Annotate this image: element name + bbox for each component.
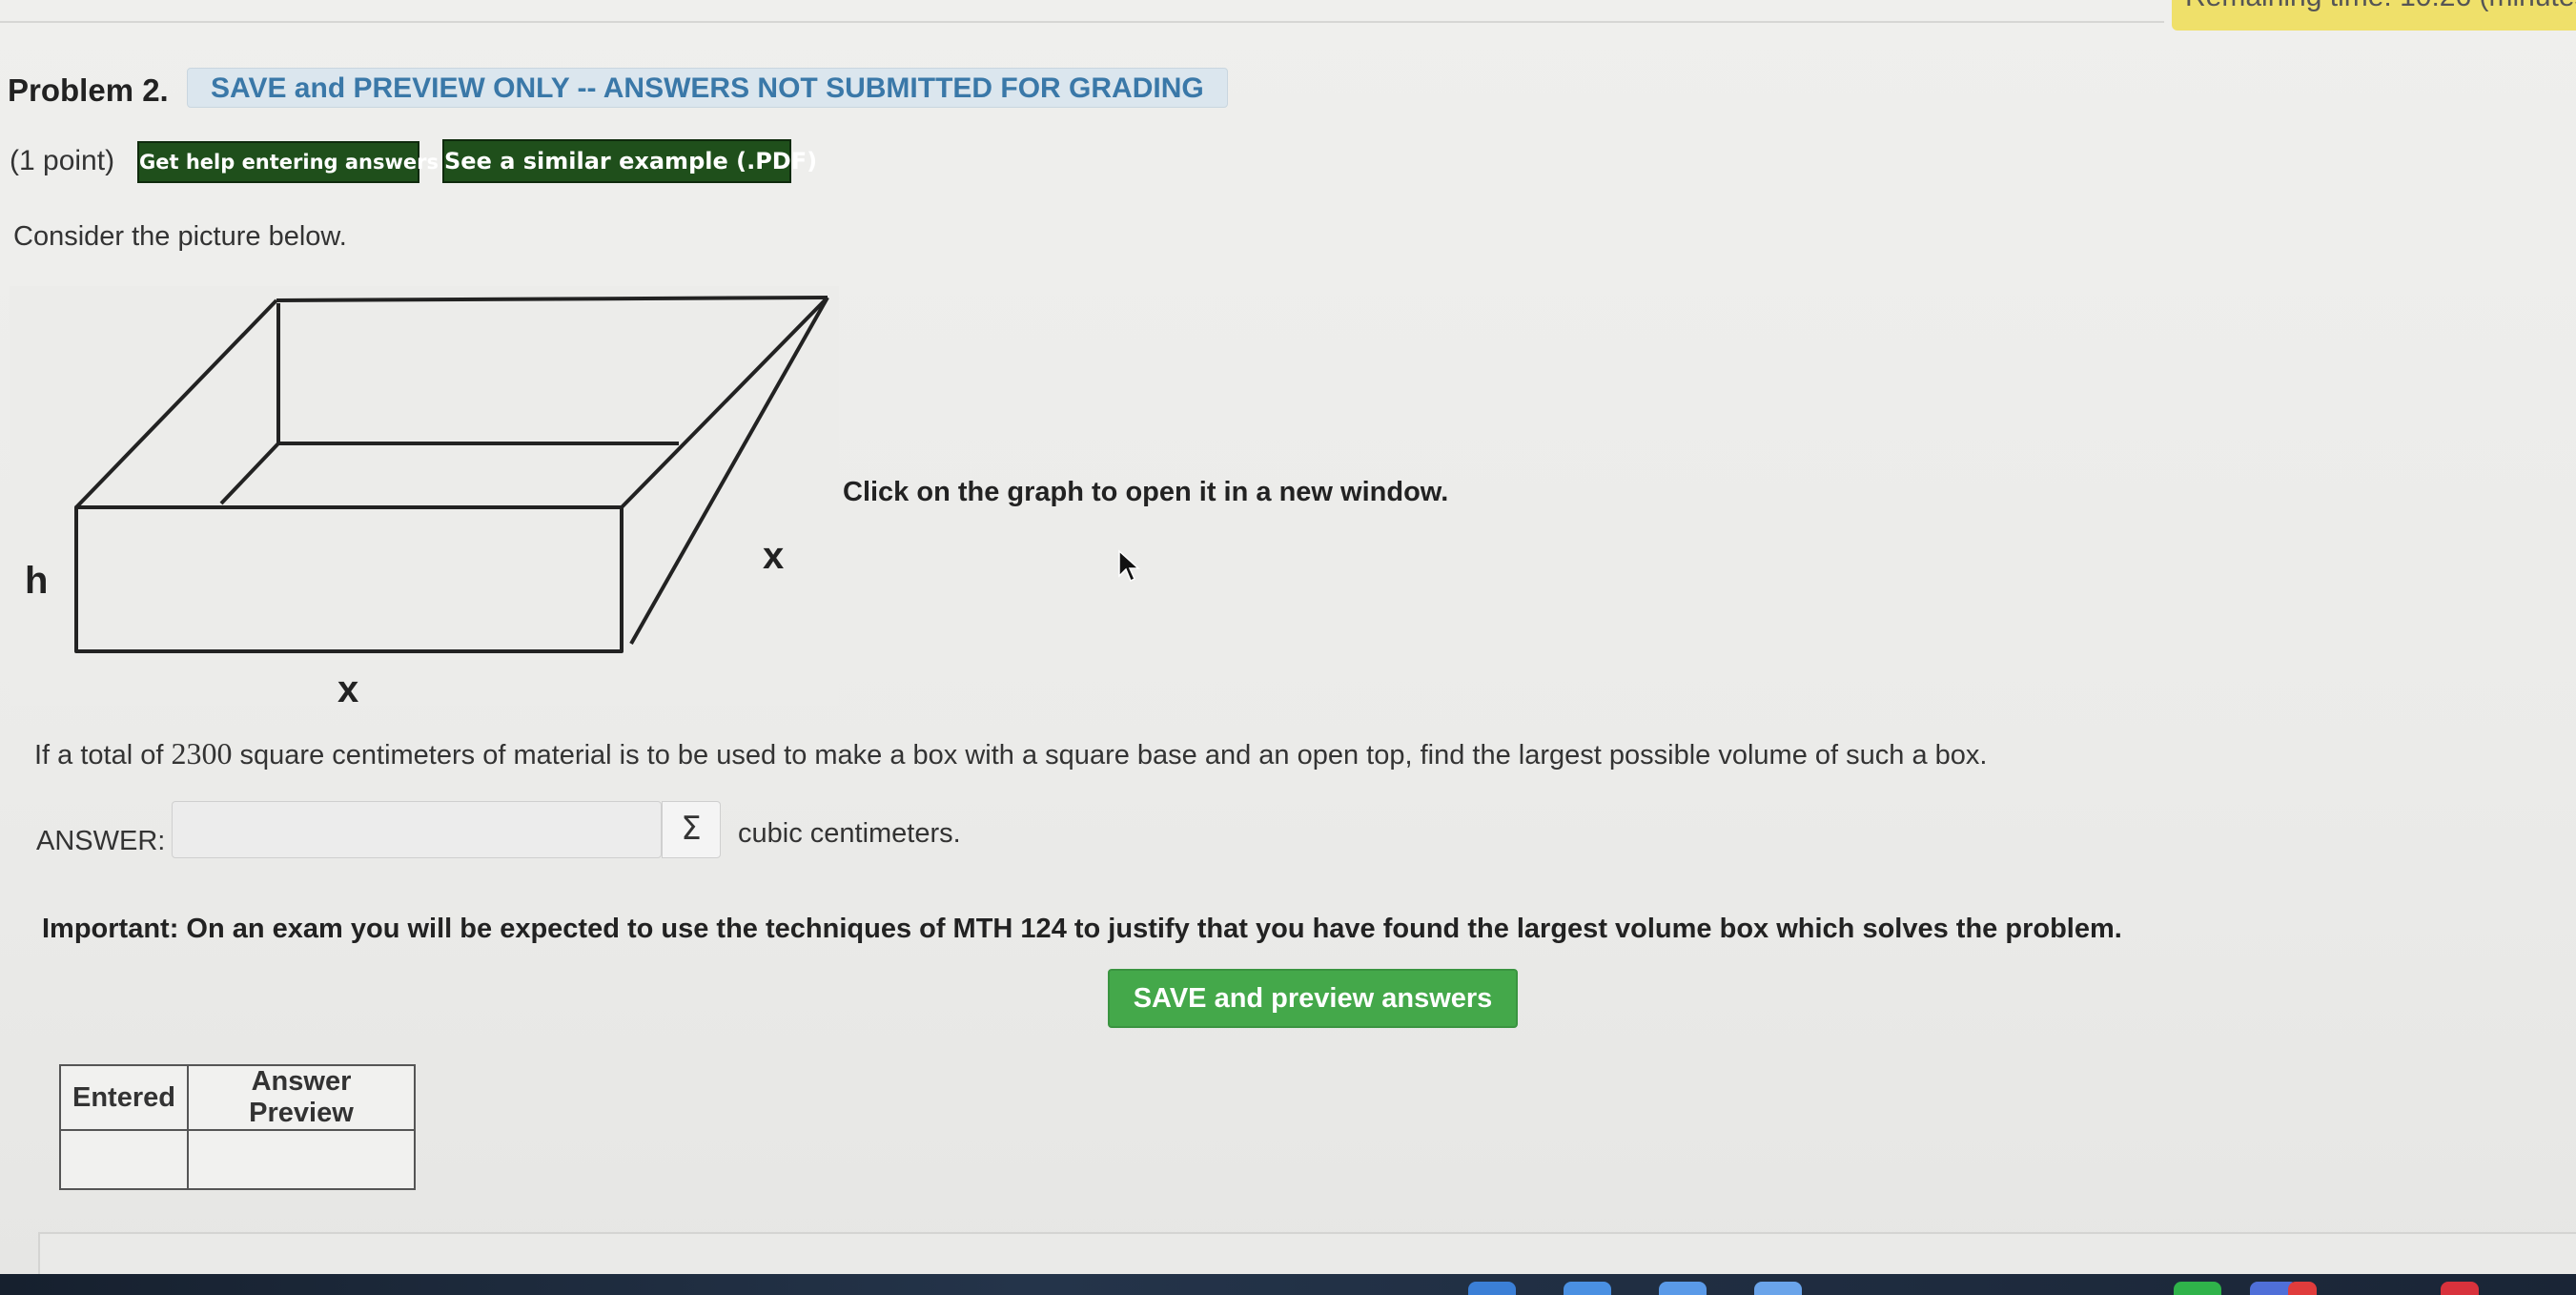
- timer-tab: Remaining time: 10:26 (minutes): [2172, 0, 2576, 31]
- equation-editor-button[interactable]: Σ: [662, 801, 721, 858]
- cell-answer-preview: [187, 1129, 416, 1190]
- dock-app-icon[interactable]: [1468, 1282, 1516, 1295]
- problem-title: Problem 2.: [8, 72, 169, 108]
- answer-label: ANSWER:: [36, 826, 166, 856]
- dock-app-icon[interactable]: [1754, 1282, 1802, 1295]
- box-figure[interactable]: h x x: [10, 286, 839, 706]
- dock-badge-icon: [2288, 1282, 2317, 1295]
- dock-app-icon[interactable]: [2441, 1282, 2479, 1295]
- dock-app-icon[interactable]: [2174, 1282, 2221, 1295]
- points-label: (1 point): [10, 145, 115, 176]
- box-back-right-edge: [629, 297, 829, 645]
- timer-text: Remaining time: 10:26 (minutes): [2185, 0, 2576, 13]
- box-inner-floor-left: [219, 442, 280, 505]
- question-text: If a total of 2300 square centimeters of…: [34, 736, 1987, 771]
- table-row: [59, 1129, 416, 1190]
- table-header-row: Entered Answer Preview: [59, 1064, 416, 1131]
- label-h: h: [25, 560, 48, 602]
- label-x-side: x: [763, 535, 784, 577]
- cell-entered: [59, 1129, 189, 1190]
- important-label: Important:: [42, 914, 179, 944]
- question-text-start: If a total of: [34, 740, 172, 771]
- important-text: On an exam you will be expected to use t…: [178, 914, 2122, 944]
- question-number: 2300: [171, 736, 233, 771]
- label-x-bottom: x: [337, 668, 358, 706]
- header-answer-preview: Answer Preview: [187, 1064, 416, 1131]
- bottom-panel: [38, 1232, 2576, 1276]
- similar-example-button[interactable]: See a similar example (.PDF): [442, 139, 817, 183]
- help-entering-answers-button[interactable]: Get help entering answers: [137, 141, 439, 183]
- important-note: Important: On an exam you will be expect…: [42, 914, 2122, 945]
- header-entered: Entered: [59, 1064, 189, 1131]
- status-banner: SAVE and PREVIEW ONLY -- ANSWERS NOT SUB…: [187, 68, 1228, 108]
- answer-units: cubic centimeters.: [738, 818, 961, 849]
- top-divider: [0, 21, 2164, 23]
- box-top-back-edge: [276, 296, 828, 302]
- answer-input[interactable]: [172, 801, 662, 858]
- problem-intro: Consider the picture below.: [13, 221, 347, 252]
- mouse-cursor-icon: [1118, 549, 1140, 583]
- answer-preview-table: Entered Answer Preview: [59, 1064, 416, 1190]
- box-front-face: [74, 505, 624, 653]
- dock-app-icon[interactable]: [1564, 1282, 1611, 1295]
- question-text-end: square centimeters of material is to be …: [232, 740, 1988, 771]
- dock-app-icon[interactable]: [1659, 1282, 1707, 1295]
- click-to-open-note: Click on the graph to open it in a new w…: [843, 477, 1449, 507]
- save-and-preview-button[interactable]: SAVE and preview answers: [1108, 969, 1518, 1028]
